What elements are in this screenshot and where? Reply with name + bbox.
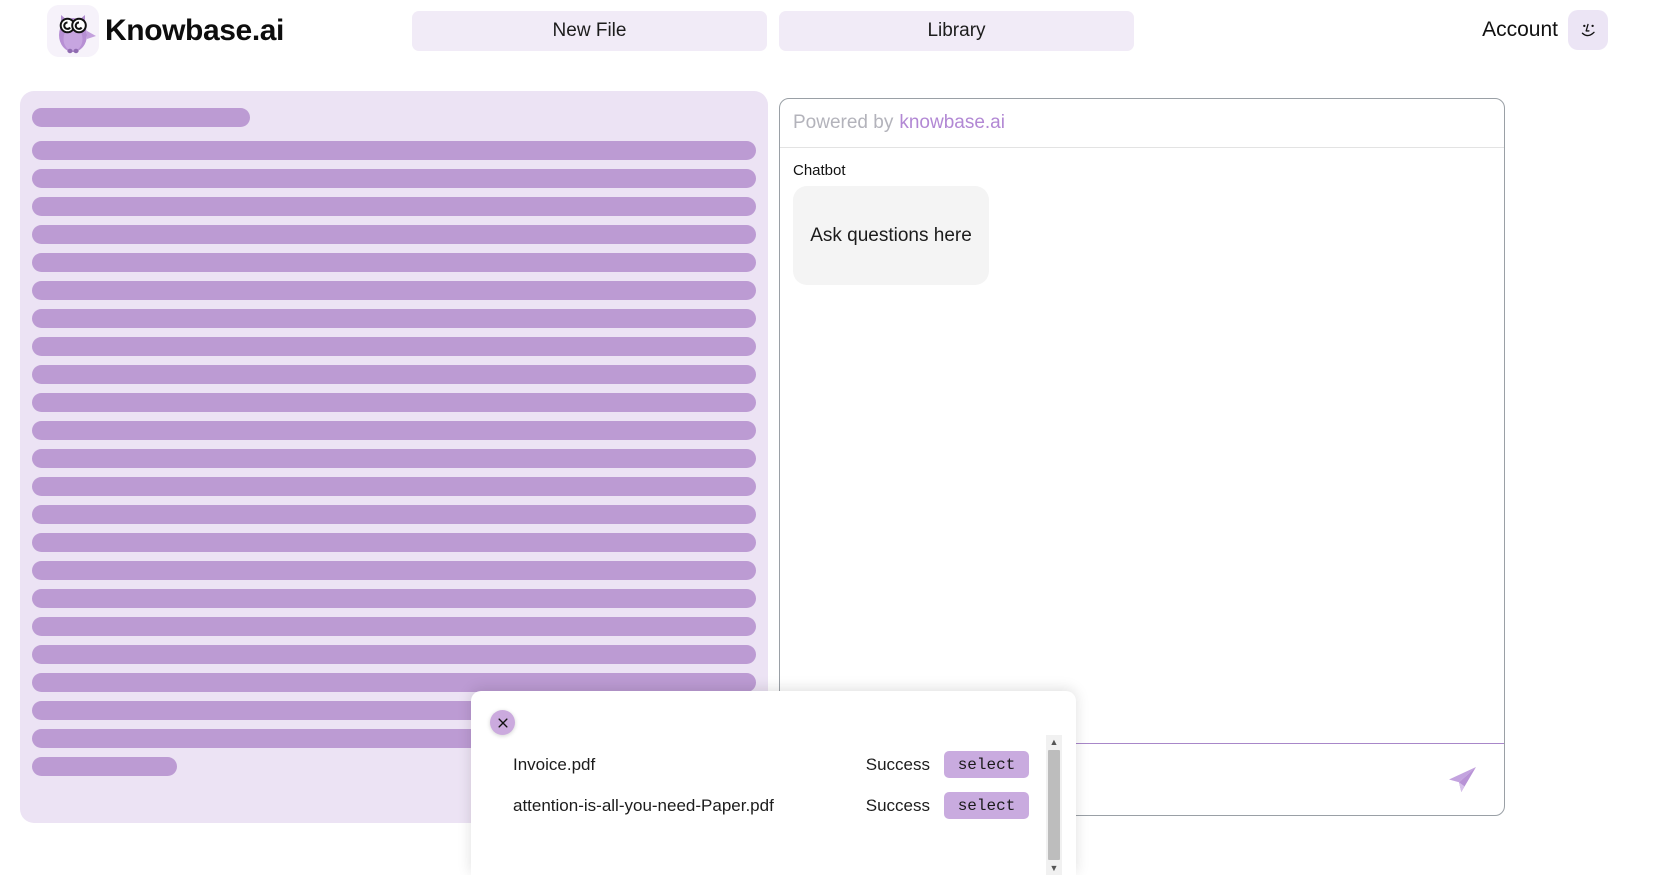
skeleton-bar [32, 281, 756, 300]
skeleton-bar [32, 337, 756, 356]
brand[interactable]: Knowbase.ai [47, 5, 284, 57]
smiley-face-avatar-icon[interactable] [1568, 10, 1608, 50]
new-file-button[interactable]: New File [412, 11, 767, 51]
files-list-scrollbar[interactable]: ▲ ▼ [1046, 735, 1062, 875]
powered-by-bar: Powered by knowbase.ai [780, 99, 1504, 148]
powered-by-prefix: Powered by [793, 112, 894, 133]
skeleton-bar [32, 309, 756, 328]
skeleton-bar [32, 169, 756, 188]
owl-logo-icon [47, 5, 99, 57]
skeleton-bar [32, 197, 756, 216]
skeleton-bar [32, 108, 250, 127]
scrollbar-thumb[interactable] [1048, 750, 1060, 860]
library-button[interactable]: Library [779, 11, 1134, 51]
uploaded-files-modal: Invoice.pdf Success select attention-is-all… [471, 691, 1076, 875]
account-label: Account [1482, 18, 1558, 41]
skeleton-bar [32, 617, 756, 636]
skeleton-bar [32, 253, 756, 272]
skeleton-bar [32, 449, 756, 468]
file-name: Invoice.pdf [513, 754, 596, 774]
brand-name: Knowbase.ai [105, 14, 284, 47]
knowbase-link[interactable]: knowbase.ai [899, 112, 1005, 134]
scroll-down-arrow-icon[interactable]: ▼ [1046, 861, 1062, 875]
file-row: Invoice.pdf Success select [471, 744, 1041, 785]
scroll-up-arrow-icon[interactable]: ▲ [1046, 735, 1062, 749]
skeleton-bar [32, 533, 756, 552]
file-row: attention-is-all-you-need-Paper.pdf Succe… [471, 785, 1041, 826]
skeleton-bar [32, 673, 756, 692]
file-status-badge: Success [865, 795, 930, 815]
skeleton-bar [32, 505, 756, 524]
skeleton-bar [32, 645, 756, 664]
file-status-badge: Success [865, 754, 930, 774]
chat-message-list: Chatbot Ask questions here [780, 148, 1504, 743]
close-x-icon[interactable] [490, 710, 515, 735]
chat-role-label: Chatbot [793, 162, 846, 179]
skeleton-bar [32, 141, 756, 160]
send-paper-plane-icon[interactable] [1442, 760, 1482, 800]
skeleton-bar [32, 365, 756, 384]
skeleton-bar [32, 757, 177, 776]
files-list: Invoice.pdf Success select attention-is-all… [471, 744, 1041, 875]
skeleton-bar [32, 477, 756, 496]
skeleton-bar [32, 393, 756, 412]
select-file-button[interactable]: select [944, 751, 1029, 778]
top-navigation-bar: Knowbase.ai New File Library Account [0, 0, 1655, 62]
file-name: attention-is-all-you-need-Paper.pdf [513, 795, 774, 815]
skeleton-bar [32, 225, 756, 244]
skeleton-bar [32, 561, 756, 580]
select-file-button[interactable]: select [944, 792, 1029, 819]
skeleton-bar [32, 421, 756, 440]
chat-message-bubble: Ask questions here [793, 186, 989, 285]
account-area[interactable]: Account [1482, 10, 1608, 50]
skeleton-bar [32, 589, 756, 608]
